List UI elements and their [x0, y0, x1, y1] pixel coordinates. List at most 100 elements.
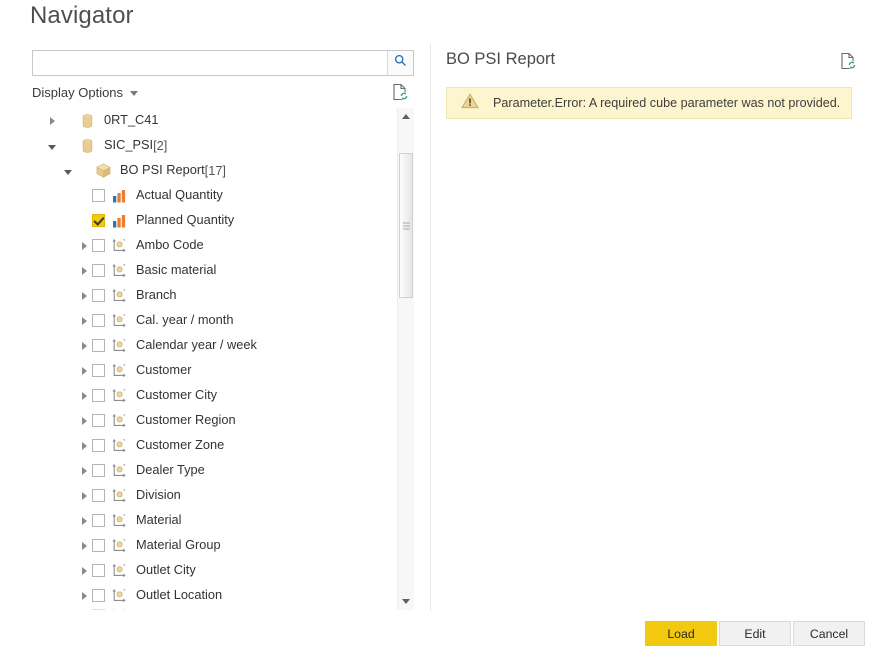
scrollbar-up-button[interactable] [398, 108, 414, 125]
tree-item-label: Basic material [136, 262, 217, 278]
dimension-axis-icon [111, 463, 128, 479]
tree-item-label: Customer City [136, 387, 218, 403]
collapse-arrow-icon[interactable] [44, 138, 60, 154]
tree-item[interactable]: Cal. year / month [32, 308, 392, 333]
warning-triangle-icon [461, 92, 479, 114]
load-button[interactable]: Load [645, 621, 717, 646]
expand-arrow-icon[interactable] [76, 608, 92, 610]
scrollbar-down-button[interactable] [398, 593, 414, 610]
dimension-axis-icon [111, 608, 128, 610]
page-title: Navigator [30, 2, 134, 29]
cancel-button[interactable]: Cancel [793, 621, 865, 646]
dimension-axis-icon [111, 413, 128, 429]
expand-arrow-icon[interactable] [76, 538, 92, 554]
preview-title: BO PSI Report [446, 50, 556, 68]
expand-arrow-icon[interactable] [76, 338, 92, 354]
tree-item-label: Calendar year / week [136, 337, 257, 353]
tree-scrollbar[interactable] [397, 108, 414, 610]
expand-arrow-icon[interactable] [76, 388, 92, 404]
tree-item[interactable]: Division [32, 483, 392, 508]
tree-item[interactable]: SIC_PSI [2] [32, 133, 392, 158]
tree-item-checkbox[interactable] [92, 439, 105, 452]
tree-item-label: Material [136, 512, 182, 528]
tree-item-checkbox[interactable] [92, 189, 105, 202]
tree-item-checkbox[interactable] [92, 589, 105, 602]
expand-arrow-icon[interactable] [76, 263, 92, 279]
tree-item-checkbox[interactable] [92, 264, 105, 277]
expand-arrow-icon[interactable] [76, 513, 92, 529]
tree-item-checkbox[interactable] [92, 608, 105, 610]
tree-item-label: Cal. year / month [136, 312, 234, 328]
refresh-preview-button-right[interactable] [840, 52, 856, 75]
expand-arrow-icon[interactable] [76, 238, 92, 254]
expand-arrow-icon[interactable] [76, 313, 92, 329]
expand-arrow-icon[interactable] [76, 438, 92, 454]
tree-item-label: Branch [136, 287, 177, 303]
tree-item[interactable]: Customer City [32, 383, 392, 408]
tree-item[interactable]: Customer Zone [32, 433, 392, 458]
document-refresh-icon [392, 83, 408, 105]
expand-arrow-icon[interactable] [76, 363, 92, 379]
tree-item-checkbox[interactable] [92, 214, 105, 227]
tree-item-checkbox[interactable] [92, 464, 105, 477]
error-banner: Parameter.Error: A required cube paramet… [446, 87, 852, 119]
search-button[interactable] [387, 51, 413, 75]
tree-item[interactable]: Basic material [32, 258, 392, 283]
tree-item[interactable]: Customer [32, 358, 392, 383]
database-cylinder-icon [79, 138, 96, 154]
tree-item-label: BO PSI Report [120, 162, 205, 178]
tree-item[interactable]: Customer Region [32, 408, 392, 433]
display-options-dropdown[interactable]: Display Options [32, 85, 139, 100]
expand-arrow-icon[interactable] [44, 113, 60, 129]
tree-item-checkbox[interactable] [92, 514, 105, 527]
tree-item[interactable]: Ambo Code [32, 233, 392, 258]
tree-item-partial[interactable] [32, 608, 392, 610]
dimension-axis-icon [111, 513, 128, 529]
preview-header: BO PSI Report [446, 50, 856, 78]
tree-item-checkbox[interactable] [92, 239, 105, 252]
tree-item-checkbox[interactable] [92, 314, 105, 327]
expand-arrow-icon[interactable] [76, 288, 92, 304]
search-input[interactable] [33, 51, 389, 75]
search-box[interactable] [32, 50, 414, 76]
tree-scroll-viewport[interactable]: 0RT_C41 SIC_PSI [2] BO PSI Report [17] Actu… [32, 108, 414, 610]
refresh-preview-button-left[interactable] [392, 83, 408, 106]
expand-arrow-icon[interactable] [76, 588, 92, 604]
tree-item[interactable]: Outlet City [32, 558, 392, 583]
expand-arrow-icon[interactable] [76, 488, 92, 504]
tree-item-checkbox[interactable] [92, 564, 105, 577]
tree-item[interactable]: Calendar year / week [32, 333, 392, 358]
tree-item-label: Material Group [136, 537, 221, 553]
tree-item-checkbox[interactable] [92, 389, 105, 402]
dialog-footer: Load Edit Cancel [0, 611, 874, 669]
tree-item[interactable]: Outlet Location [32, 583, 392, 608]
scrollbar-thumb[interactable] [399, 153, 413, 298]
expand-arrow-icon[interactable] [76, 463, 92, 479]
document-refresh-icon [840, 52, 856, 74]
tree-item-label: Division [136, 487, 181, 503]
tree-item[interactable]: BO PSI Report [17] [32, 158, 392, 183]
edit-button[interactable]: Edit [719, 621, 791, 646]
expand-arrow-icon[interactable] [76, 563, 92, 579]
tree-item-checkbox[interactable] [92, 489, 105, 502]
tree-item-checkbox[interactable] [92, 289, 105, 302]
tree-item[interactable]: Material Group [32, 533, 392, 558]
dimension-axis-icon [111, 238, 128, 254]
tree-item-count: [2] [153, 138, 168, 153]
tree-item-checkbox[interactable] [92, 539, 105, 552]
tree-item[interactable]: Actual Quantity [32, 183, 392, 208]
tree-item[interactable]: Dealer Type [32, 458, 392, 483]
tree-item-checkbox[interactable] [92, 339, 105, 352]
tree-item-checkbox[interactable] [92, 414, 105, 427]
collapse-arrow-icon[interactable] [60, 163, 76, 179]
search-icon [394, 54, 407, 72]
tree-item[interactable]: Branch [32, 283, 392, 308]
tree-item[interactable]: Planned Quantity [32, 208, 392, 233]
error-message: Parameter.Error: A required cube paramet… [493, 96, 841, 110]
tree-item-checkbox[interactable] [92, 364, 105, 377]
tree-item[interactable]: Material [32, 508, 392, 533]
tree-item[interactable]: 0RT_C41 [32, 108, 392, 133]
expand-arrow-icon[interactable] [76, 413, 92, 429]
